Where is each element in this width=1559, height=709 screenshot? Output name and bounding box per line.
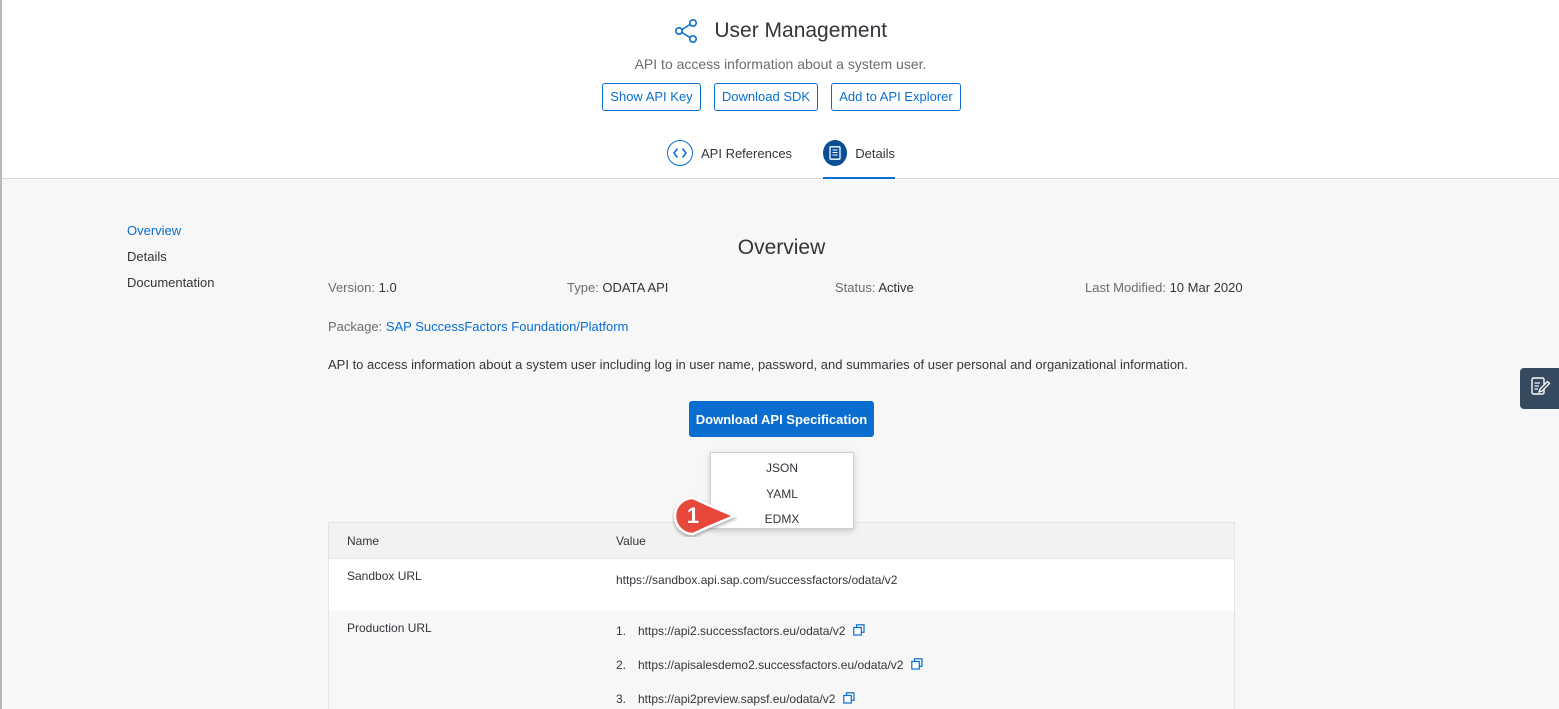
page-title: User Management <box>714 19 888 42</box>
menu-item-json[interactable]: JSON <box>711 457 853 480</box>
production-url-text: https://api2.successfactors.eu/odata/v2 <box>638 624 846 638</box>
add-to-api-explorer-button[interactable]: Add to API Explorer <box>831 83 961 111</box>
tab-details[interactable]: Details <box>823 140 895 179</box>
share-icon <box>674 18 700 44</box>
download-sdk-button[interactable]: Download SDK <box>714 83 818 111</box>
step-callout: 1 <box>672 495 738 537</box>
list-number: 1. <box>616 624 627 638</box>
tab-api-references-label: API References <box>701 146 793 161</box>
type-value: ODATA API <box>602 280 669 295</box>
document-icon <box>823 140 848 166</box>
version-value: 1.0 <box>378 280 397 295</box>
sandbox-url-value: https://sandbox.api.sap.com/successfacto… <box>616 573 898 587</box>
table-row-sandbox: Sandbox URL https://sandbox.api.sap.com/… <box>329 559 1234 611</box>
tab-bar: API References Details <box>2 140 1559 179</box>
column-header-name: Name <box>347 534 380 548</box>
status-field: Status: Active <box>835 280 914 295</box>
production-url-item: 3. https://api2preview.sapsf.eu/odata/v2 <box>616 692 855 707</box>
api-header: User Management API to access informatio… <box>2 0 1559 179</box>
production-url-label: Production URL <box>347 621 432 635</box>
package-label: Package: <box>328 319 383 334</box>
feedback-edit-icon <box>1529 375 1551 402</box>
table-row-production: Production URL 1. https://api2.successfac… <box>329 611 1234 709</box>
nav-item-documentation[interactable]: Documentation <box>127 275 214 301</box>
last-modified-label: Last Modified: <box>1085 280 1166 295</box>
production-url-item: 1. https://api2.successfactors.eu/odata/v… <box>616 624 865 639</box>
type-field: Type: ODATA API <box>567 280 668 295</box>
overview-title: Overview <box>737 236 826 259</box>
copy-icon[interactable] <box>843 692 855 707</box>
column-header-value: Value <box>616 534 646 548</box>
list-number: 3. <box>616 692 627 706</box>
copy-icon[interactable] <box>852 624 865 639</box>
last-modified-field: Last Modified: 10 Mar 2020 <box>1085 280 1243 295</box>
package-link[interactable]: SAP SuccessFactors Foundation/Platform <box>386 319 629 334</box>
download-api-specification-button[interactable]: Download API Specification <box>689 401 874 437</box>
list-number: 2. <box>616 658 627 672</box>
code-icon <box>667 140 693 166</box>
production-url-item: 2. https://apisalesdemo2.successfactors.e… <box>616 658 923 673</box>
version-label: Version: <box>328 280 375 295</box>
production-url-text: https://api2preview.sapsf.eu/odata/v2 <box>638 692 836 706</box>
version-field: Version: 1.0 <box>328 280 397 295</box>
endpoints-table: Name Value Sandbox URL https://sandbox.a… <box>328 522 1235 709</box>
section-nav: Overview Details Documentation <box>127 223 214 301</box>
show-api-key-button[interactable]: Show API Key <box>602 83 701 111</box>
status-value: Active <box>878 280 914 295</box>
title-row: User Management <box>2 18 1559 48</box>
page-subtitle: API to access information about a system… <box>634 56 927 72</box>
status-label: Status: <box>835 280 876 295</box>
last-modified-value: 10 Mar 2020 <box>1169 280 1243 295</box>
api-description: API to access information about a system… <box>328 357 1188 372</box>
tab-api-references[interactable]: API References <box>667 140 792 179</box>
sandbox-url-label: Sandbox URL <box>347 569 422 583</box>
type-label: Type: <box>567 280 599 295</box>
copy-icon[interactable] <box>911 658 923 673</box>
production-url-text: https://apisalesdemo2.successfactors.eu/… <box>638 658 904 672</box>
package-field: Package: SAP SuccessFactors Foundation/P… <box>328 319 628 334</box>
step-number: 1 <box>686 503 700 528</box>
tab-details-label: Details <box>855 146 895 161</box>
feedback-button[interactable] <box>1520 368 1559 409</box>
